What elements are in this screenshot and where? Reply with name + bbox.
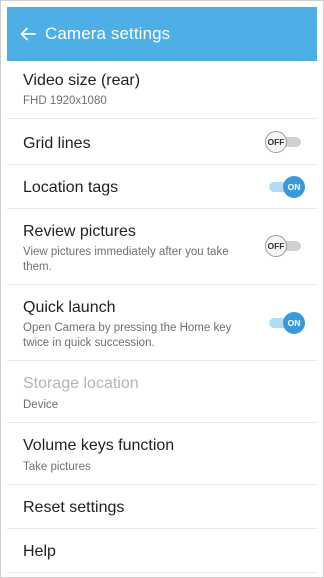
toggle-knob: OFF — [265, 131, 287, 153]
setting-help[interactable]: Help — [7, 529, 317, 573]
grid-lines-toggle[interactable]: OFF — [265, 131, 305, 153]
setting-description: View pictures immediately after you take… — [23, 246, 229, 273]
page-title: Camera settings — [45, 24, 171, 43]
setting-grid-lines[interactable]: Grid lines OFF — [7, 119, 317, 165]
setting-storage-location: Storage location Device — [7, 361, 317, 423]
back-button[interactable] — [7, 7, 45, 61]
setting-reset-settings[interactable]: Reset settings — [7, 485, 317, 529]
setting-label: Quick launch — [23, 299, 116, 316]
setting-value: Device — [23, 399, 59, 411]
setting-value: Take pictures — [23, 461, 91, 473]
setting-label: Review pictures — [23, 223, 136, 240]
setting-label: Grid lines — [23, 135, 91, 152]
setting-label: Volume keys function — [23, 437, 175, 454]
toggle-knob: ON — [283, 312, 305, 334]
setting-description: Open Camera by pressing the Home key twi… — [23, 322, 232, 349]
setting-review-pictures[interactable]: Review pictures View pictures immediatel… — [7, 209, 317, 285]
setting-label: Location tags — [23, 179, 119, 196]
toggle-knob: ON — [283, 176, 305, 198]
setting-video-size[interactable]: Video size (rear) FHD 1920x1080 — [7, 61, 317, 119]
app-bar: Camera settings — [7, 7, 317, 61]
setting-value: FHD 1920x1080 — [23, 95, 107, 107]
review-pictures-toggle[interactable]: OFF — [265, 235, 305, 257]
quick-launch-toggle[interactable]: ON — [265, 312, 305, 334]
back-arrow-icon — [20, 27, 36, 41]
screen: Camera settings Video size (rear) FHD 19… — [0, 0, 324, 578]
setting-label: Help — [23, 543, 56, 560]
toggle-knob: OFF — [265, 235, 287, 257]
setting-label: Reset settings — [23, 499, 125, 516]
setting-volume-keys-function[interactable]: Volume keys function Take pictures — [7, 423, 317, 485]
setting-label: Storage location — [23, 375, 139, 392]
setting-quick-launch[interactable]: Quick launch Open Camera by pressing the… — [7, 285, 317, 361]
location-tags-toggle[interactable]: ON — [265, 176, 305, 198]
setting-label: Video size (rear) — [23, 72, 141, 89]
setting-location-tags[interactable]: Location tags ON — [7, 165, 317, 209]
